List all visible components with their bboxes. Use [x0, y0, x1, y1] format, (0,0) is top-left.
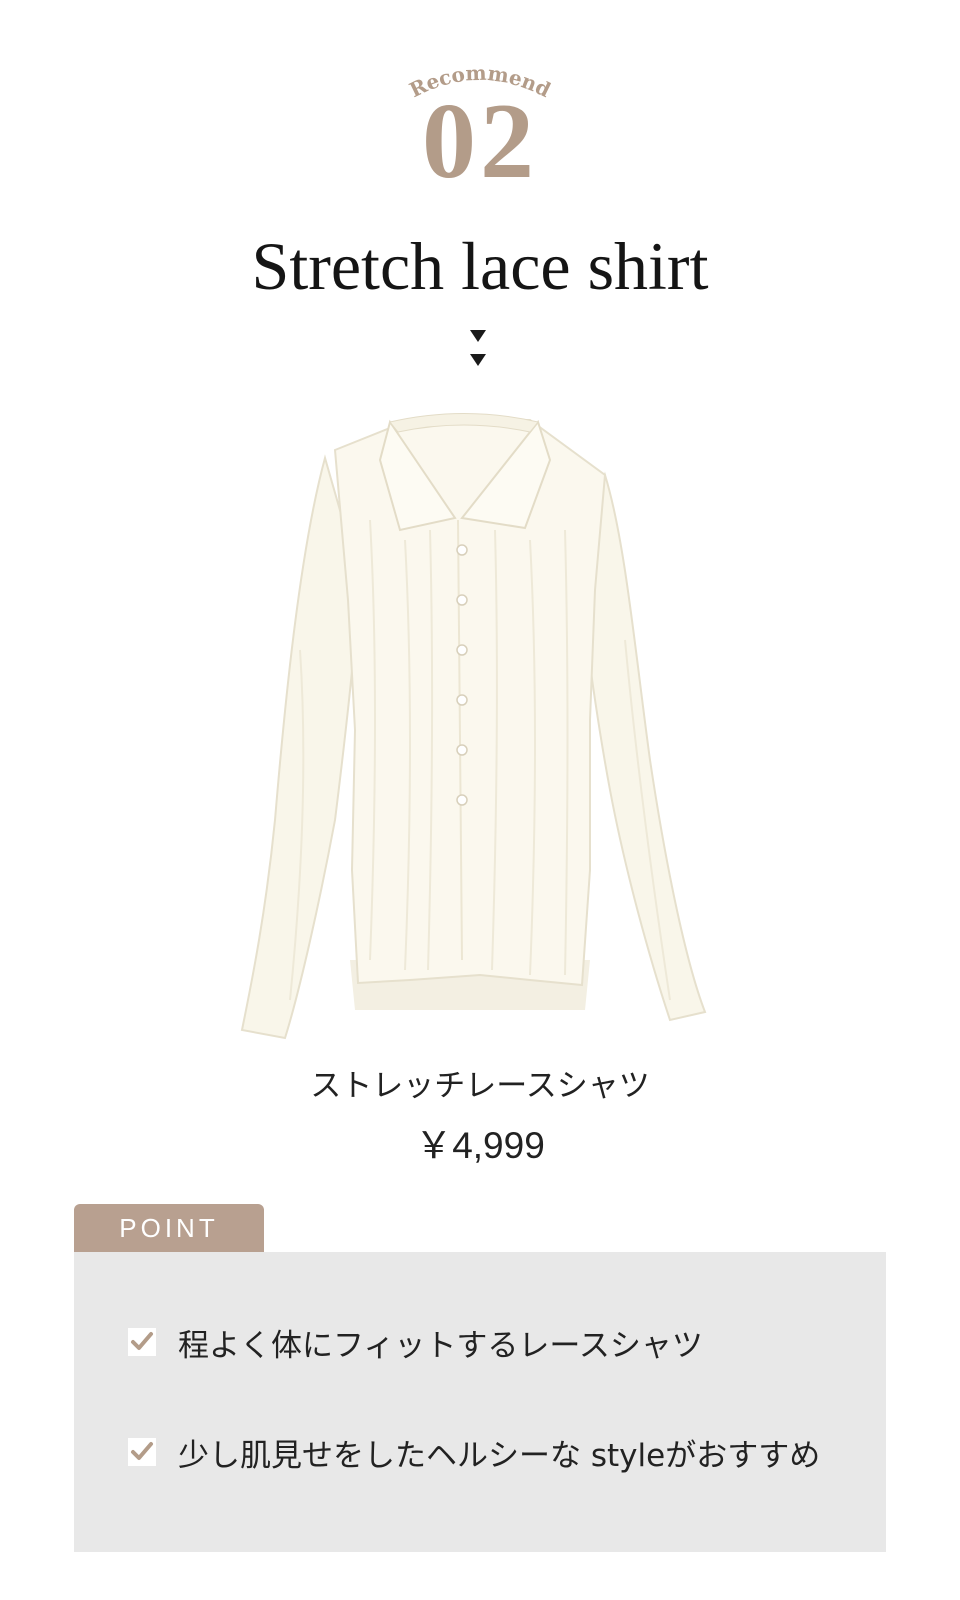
- point-item: 少し肌見せをしたヘルシーな styleがおすすめ: [128, 1430, 820, 1474]
- point-box: 程よく体にフィットするレースシャツ 少し肌見せをしたヘルシーな styleがおす…: [74, 1252, 886, 1552]
- check-icon: [128, 1438, 156, 1466]
- point-item: 程よく体にフィットするレースシャツ: [128, 1320, 703, 1364]
- down-arrow-icon: [470, 330, 486, 342]
- product-name: ストレッチレースシャツ: [310, 1068, 650, 1104]
- down-arrow-icon: [470, 354, 486, 366]
- check-icon: [128, 1328, 156, 1356]
- product-image[interactable]: [230, 400, 730, 1050]
- product-price: ￥4,999: [415, 1125, 545, 1166]
- point-label: POINT: [74, 1204, 264, 1252]
- product-title: Stretch lace shirt: [251, 228, 709, 304]
- point-item-text: 少し肌見せをしたヘルシーな styleがおすすめ: [178, 1437, 821, 1474]
- down-arrows: [470, 330, 486, 378]
- recommend-number: 02: [422, 82, 538, 201]
- point-item-text: 程よく体にフィットするレースシャツ: [178, 1327, 703, 1364]
